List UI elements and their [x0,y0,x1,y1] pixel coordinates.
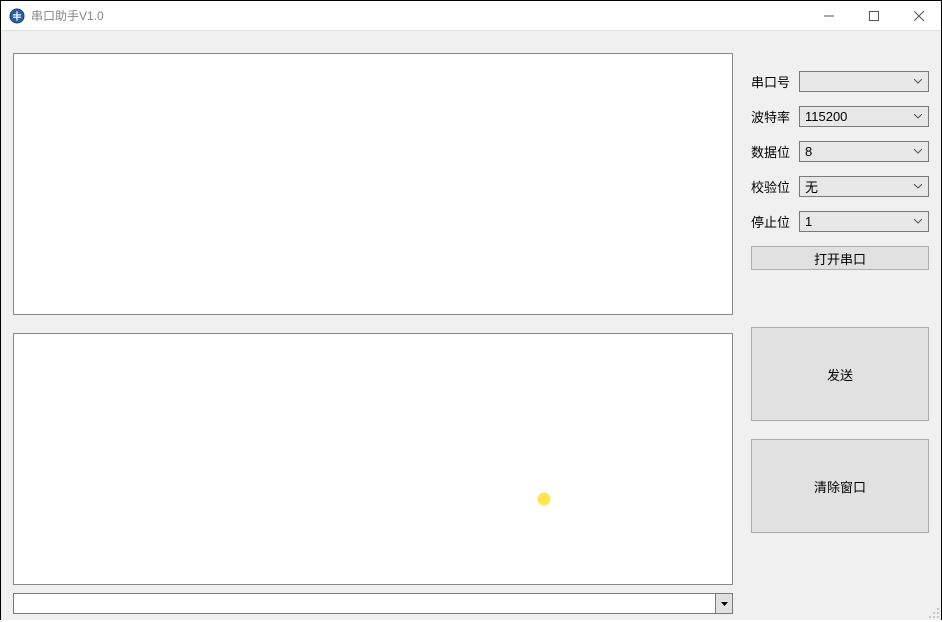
send-textarea[interactable] [13,333,733,585]
send-button[interactable]: 发送 [751,327,929,421]
baud-label: 波特率 [751,107,799,126]
port-label: 串口号 [751,72,799,91]
maximize-button[interactable] [851,1,896,31]
baud-select[interactable]: 115200 [799,106,929,127]
databits-select[interactable]: 8 [799,141,929,162]
titlebar: 串口助手V1.0 [1,1,941,31]
clear-button[interactable]: 清除窗口 [751,439,929,533]
chevron-down-icon [910,212,926,231]
receive-textarea[interactable] [13,53,733,315]
settings-panel: 串口号 波特率 115200 数据位 8 [751,71,929,270]
window-title: 串口助手V1.0 [31,7,104,24]
parity-select[interactable]: 无 [799,176,929,197]
resize-grip-icon[interactable] [926,605,940,619]
baud-value: 115200 [805,109,847,124]
parity-label: 校验位 [751,177,799,196]
databits-value: 8 [805,144,812,159]
row-databits: 数据位 8 [751,141,929,162]
row-port: 串口号 [751,71,929,92]
stopbits-value: 1 [805,214,812,229]
chevron-down-icon [910,142,926,161]
close-button[interactable] [896,1,941,31]
port-select[interactable] [799,71,929,92]
chevron-down-icon [910,107,926,126]
parity-value: 无 [805,177,818,196]
chevron-down-icon[interactable] [715,594,732,613]
open-port-button[interactable]: 打开串口 [751,246,929,270]
row-parity: 校验位 无 [751,176,929,197]
minimize-button[interactable] [806,1,851,31]
app-icon [9,8,25,24]
history-combobox[interactable] [13,593,733,614]
chevron-down-icon [910,72,926,91]
stopbits-label: 停止位 [751,212,799,231]
client-area: 串口号 波特率 115200 数据位 8 [1,31,941,620]
row-baud: 波特率 115200 [751,106,929,127]
databits-label: 数据位 [751,142,799,161]
chevron-down-icon [910,177,926,196]
row-stopbits: 停止位 1 [751,211,929,232]
history-value[interactable] [14,594,715,613]
stopbits-select[interactable]: 1 [799,211,929,232]
